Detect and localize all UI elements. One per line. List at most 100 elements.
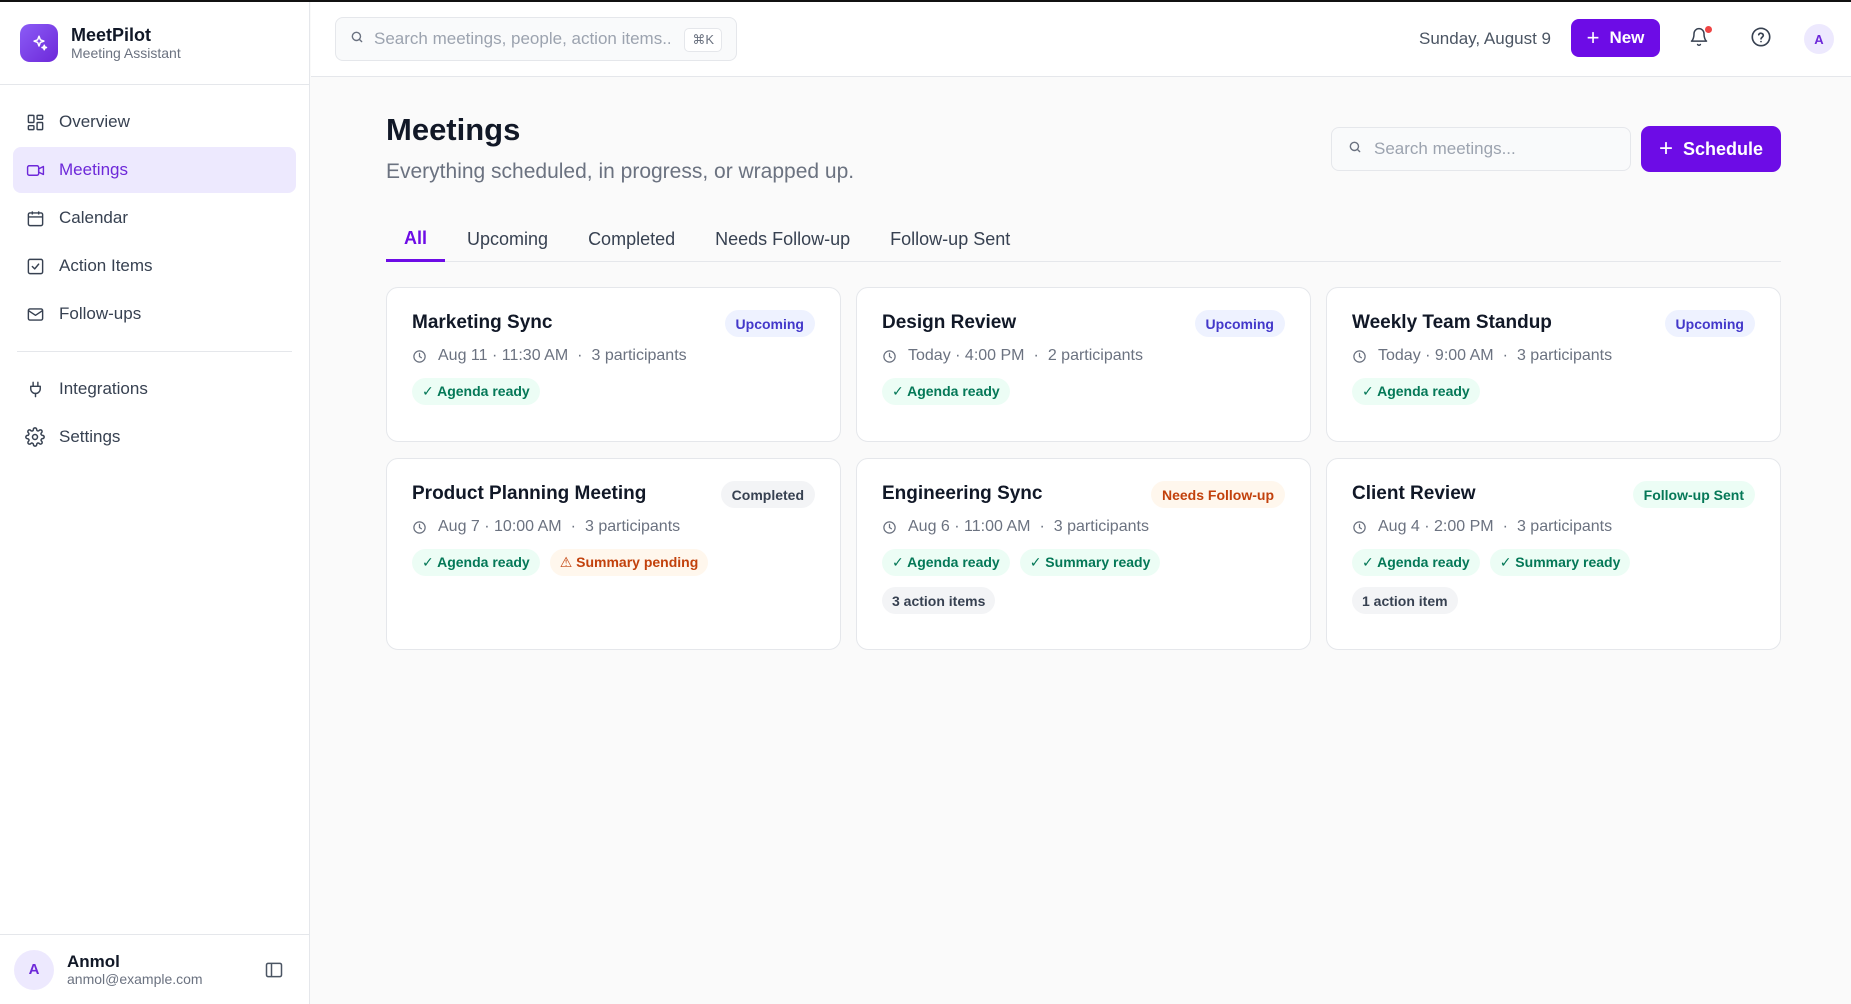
meeting-card[interactable]: Client Review Follow-up Sent Aug 4 · 2:0… [1326, 458, 1781, 650]
tab-all[interactable]: All [386, 217, 446, 262]
meeting-meta: Today · 9:00 AM · 3 participants [1352, 347, 1755, 365]
meeting-meta: Today · 4:00 PM · 2 participants [882, 347, 1285, 365]
plus-icon: + [1658, 135, 1673, 162]
participant-count: 3 participants [1516, 518, 1613, 535]
top-bar: ⌘K Sunday, August 9 + New A [311, 2, 1851, 77]
agenda-status-tag: ✓ Agenda ready [1352, 549, 1480, 576]
action-items-count: 1 action item [1352, 587, 1458, 614]
agenda-status-tag: ✓ Agenda ready [882, 549, 1010, 576]
clock-icon [882, 349, 897, 364]
meeting-card[interactable]: Design Review Upcoming Today · 4:00 PM ·… [856, 287, 1311, 442]
sidebar-item-label: Action Items [59, 256, 153, 275]
user-name: Anmol [67, 951, 120, 971]
sidebar-item-action-items[interactable]: Action Items [13, 243, 296, 289]
bell-icon [1689, 27, 1709, 52]
notification-dot [1705, 26, 1712, 33]
check-square-icon [25, 256, 45, 276]
sidebar-nav: Overview Meetings Calendar Action Items … [0, 85, 309, 460]
meeting-time: Aug 6 · 11:00 AM [908, 518, 1031, 535]
avatar: A [14, 949, 54, 990]
sidebar-item-overview[interactable]: Overview [13, 99, 296, 145]
schedule-button[interactable]: + Schedule [1641, 126, 1781, 172]
meetings-search-input[interactable] [1374, 139, 1614, 159]
meeting-card[interactable]: Weekly Team Standup Upcoming Today · 9:0… [1326, 287, 1781, 442]
agenda-status-tag: ✓ Agenda ready [412, 549, 540, 576]
meeting-tabs: All Upcoming Completed Needs Follow-up F… [386, 217, 1781, 262]
meeting-time: Today · 4:00 PM [908, 347, 1025, 364]
sidebar-item-label: Calendar [59, 208, 128, 227]
summary-status-tag: ⚠ Summary pending [549, 549, 709, 576]
clock-icon [882, 520, 897, 535]
agenda-status-tag: ✓ Agenda ready [882, 378, 1010, 405]
status-badge: Follow-up Sent [1632, 481, 1755, 508]
meta-separator: · [1502, 518, 1508, 535]
search-icon [350, 30, 364, 49]
meeting-meta: Aug 7 · 10:00 AM · 3 participants [412, 518, 815, 536]
sidebar-item-label: Integrations [59, 379, 148, 398]
sidebar-item-meetings[interactable]: Meetings [13, 147, 296, 193]
sidebar-item-follow-ups[interactable]: Follow-ups [13, 291, 296, 337]
sidebar-divider [17, 351, 292, 352]
meeting-card[interactable]: Product Planning Meeting Completed Aug 7… [386, 458, 841, 650]
meta-separator: · [577, 347, 583, 364]
new-button[interactable]: + New [1571, 19, 1660, 57]
clock-icon [1352, 520, 1367, 535]
status-badge: Upcoming [1194, 310, 1285, 337]
clock-icon [412, 520, 427, 535]
tab-upcoming[interactable]: Upcoming [449, 217, 566, 262]
global-search-input[interactable] [374, 29, 670, 49]
meetings-search[interactable] [1331, 127, 1631, 171]
sidebar: MeetPilot Meeting Assistant Overview Mee… [0, 2, 310, 1004]
agenda-status-tag: ✓ Agenda ready [412, 378, 540, 405]
sidebar-item-integrations[interactable]: Integrations [13, 366, 296, 412]
help-circle-icon [1750, 27, 1772, 52]
schedule-button-label: Schedule [1682, 138, 1764, 159]
meeting-time: Aug 7 · 10:00 AM [438, 518, 562, 535]
clock-icon [1352, 349, 1367, 364]
clock-icon [412, 349, 427, 364]
meeting-meta: Aug 11 · 11:30 AM · 3 participants [412, 347, 815, 365]
status-badge: Upcoming [1664, 310, 1755, 337]
meta-separator: · [570, 518, 576, 535]
global-search[interactable]: ⌘K [335, 17, 737, 61]
meetings-grid: Marketing Sync Upcoming Aug 11 · 11:30 A… [386, 287, 1781, 650]
meeting-card[interactable]: Marketing Sync Upcoming Aug 11 · 11:30 A… [386, 287, 841, 442]
tab-follow-up-sent[interactable]: Follow-up Sent [872, 217, 1028, 262]
sidebar-item-label: Follow-ups [59, 304, 142, 323]
meta-separator: · [1033, 347, 1039, 364]
plug-icon [25, 379, 45, 399]
meeting-meta: Aug 6 · 11:00 AM · 3 participants [882, 518, 1285, 536]
tab-completed[interactable]: Completed [570, 217, 693, 262]
shortcut-hint: ⌘K [684, 28, 722, 52]
sidebar-item-settings[interactable]: Settings [13, 414, 296, 460]
summary-status-tag: ✓ Summary ready [1019, 549, 1161, 576]
user-avatar-button[interactable]: A [1804, 24, 1834, 54]
app-tagline: Meeting Assistant [71, 45, 181, 61]
new-button-label: New [1609, 28, 1645, 47]
mail-icon [25, 304, 45, 324]
brand[interactable]: MeetPilot Meeting Assistant [0, 2, 309, 85]
notifications-button[interactable] [1689, 26, 1713, 50]
status-badge: Upcoming [724, 310, 815, 337]
participant-count: 3 participants [1516, 347, 1613, 364]
meeting-meta: Aug 4 · 2:00 PM · 3 participants [1352, 518, 1755, 536]
action-items-count: 3 action items [882, 587, 996, 614]
meeting-time: Today · 9:00 AM [1378, 347, 1494, 364]
current-date: Sunday, August 9 [1419, 29, 1552, 48]
meeting-card[interactable]: Engineering Sync Needs Follow-up Aug 6 ·… [856, 458, 1311, 650]
meta-separator: · [1502, 347, 1508, 364]
status-badge: Completed [720, 481, 815, 508]
sidebar-toggle-icon[interactable] [264, 960, 284, 980]
calendar-icon [25, 208, 45, 228]
user-profile[interactable]: A Anmol anmol@example.com [0, 934, 310, 1004]
help-button[interactable] [1750, 26, 1774, 50]
page-title: Meetings [386, 112, 521, 147]
tab-needs-follow-up[interactable]: Needs Follow-up [697, 217, 868, 262]
meta-separator: · [1039, 518, 1045, 535]
agenda-status-tag: ✓ Agenda ready [1352, 378, 1480, 405]
sidebar-item-calendar[interactable]: Calendar [13, 195, 296, 241]
sparkles-icon [20, 24, 58, 62]
page-subtitle: Everything scheduled, in progress, or wr… [386, 160, 855, 183]
sidebar-item-label: Settings [59, 427, 121, 446]
plus-icon: + [1586, 25, 1600, 50]
